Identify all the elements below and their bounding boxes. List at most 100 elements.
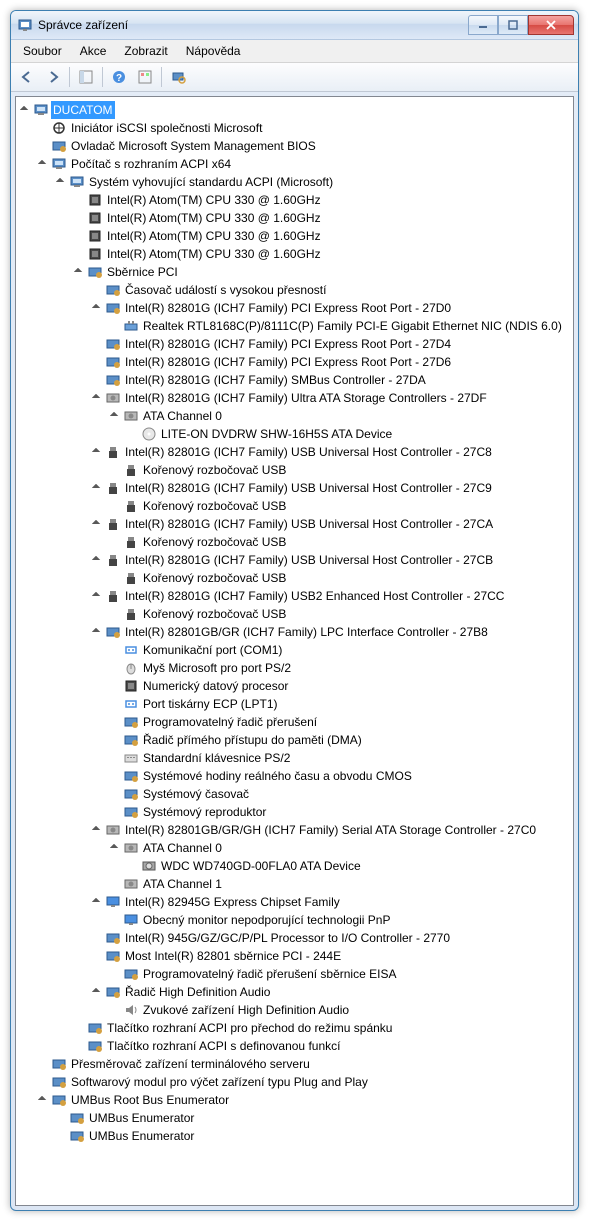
collapse-icon[interactable] (90, 482, 102, 494)
menu-file[interactable]: Soubor (15, 42, 70, 62)
tree-node[interactable]: Tlačítko rozhraní ACPI pro přechod do re… (18, 1019, 571, 1037)
tree-node[interactable]: UMBus Enumerator (18, 1109, 571, 1127)
tree-node[interactable]: Intel(R) 82801G (ICH7 Family) Ultra ATA … (18, 389, 571, 407)
tree-node[interactable]: Port tiskárny ECP (LPT1) (18, 695, 571, 713)
tree-node[interactable]: Komunikační port (COM1) (18, 641, 571, 659)
tree-node[interactable]: WDC WD740GD-00FLA0 ATA Device (18, 857, 571, 875)
maximize-button[interactable] (498, 15, 528, 35)
action-button[interactable] (133, 65, 157, 89)
collapse-icon[interactable] (36, 1094, 48, 1106)
tree-node[interactable]: Programovatelný řadič přerušení (18, 713, 571, 731)
tree-node[interactable]: Intel(R) Atom(TM) CPU 330 @ 1.60GHz (18, 227, 571, 245)
tree-node[interactable]: Řadič přímého přístupu do paměti (DMA) (18, 731, 571, 749)
tree-node[interactable]: Tlačítko rozhraní ACPI s definovanou fun… (18, 1037, 571, 1055)
forward-button[interactable] (41, 65, 65, 89)
tree-node[interactable]: Systémový reproduktor (18, 803, 571, 821)
tree-label: Programovatelný řadič přerušení (141, 713, 319, 731)
tree-node[interactable]: Přesměrovač zařízení terminálového serve… (18, 1055, 571, 1073)
tree-node[interactable]: Intel(R) 82801G (ICH7 Family) USB Univer… (18, 479, 571, 497)
tree-label: ATA Channel 0 (141, 407, 224, 425)
tree-node[interactable]: Intel(R) 82801GB/GR (ICH7 Family) LPC In… (18, 623, 571, 641)
tree-content[interactable]: DUCATOMIniciátor iSCSI společnosti Micro… (15, 96, 574, 1206)
tree-label: Intel(R) 82801G (ICH7 Family) USB Univer… (123, 515, 495, 533)
tree-node[interactable]: Sběrnice PCI (18, 263, 571, 281)
tree-node[interactable]: Myš Microsoft pro port PS/2 (18, 659, 571, 677)
tree-node[interactable]: Kořenový rozbočovač USB (18, 461, 571, 479)
collapse-icon[interactable] (72, 266, 84, 278)
collapse-icon[interactable] (90, 590, 102, 602)
tree-node[interactable]: UMBus Enumerator (18, 1127, 571, 1145)
tree-node[interactable]: Realtek RTL8168C(P)/8111C(P) Family PCI-… (18, 317, 571, 335)
tree-node[interactable]: Kořenový rozbočovač USB (18, 605, 571, 623)
back-button[interactable] (15, 65, 39, 89)
tree-node[interactable]: Intel(R) Atom(TM) CPU 330 @ 1.60GHz (18, 191, 571, 209)
show-hide-button[interactable] (74, 65, 98, 89)
tree-label: Iniciátor iSCSI společnosti Microsoft (69, 119, 264, 137)
tree-node[interactable]: Intel(R) 82801G (ICH7 Family) USB Univer… (18, 443, 571, 461)
tree-node[interactable]: Kořenový rozbočovač USB (18, 497, 571, 515)
help-button[interactable]: ? (107, 65, 131, 89)
tree-node[interactable]: DUCATOM (18, 101, 571, 119)
tree-node[interactable]: Softwarový modul pro výčet zařízení typu… (18, 1073, 571, 1091)
tree-node[interactable]: Iniciátor iSCSI společnosti Microsoft (18, 119, 571, 137)
tree-label: Kořenový rozbočovač USB (141, 533, 288, 551)
collapse-icon[interactable] (36, 158, 48, 170)
tree-node[interactable]: Intel(R) Atom(TM) CPU 330 @ 1.60GHz (18, 209, 571, 227)
tree-label: Standardní klávesnice PS/2 (141, 749, 292, 767)
tree-node[interactable]: Systémový časovač (18, 785, 571, 803)
collapse-icon[interactable] (90, 626, 102, 638)
close-button[interactable] (528, 15, 574, 35)
tree-node[interactable]: Počítač s rozhraním ACPI x64 (18, 155, 571, 173)
tree-node[interactable]: Numerický datový procesor (18, 677, 571, 695)
collapse-icon[interactable] (108, 410, 120, 422)
tree-node[interactable]: Intel(R) 82801G (ICH7 Family) PCI Expres… (18, 335, 571, 353)
scan-button[interactable] (166, 65, 190, 89)
collapse-icon[interactable] (90, 824, 102, 836)
tree-node[interactable]: Intel(R) 82801G (ICH7 Family) PCI Expres… (18, 353, 571, 371)
tree-node[interactable]: Systémové hodiny reálného času a obvodu … (18, 767, 571, 785)
collapse-icon[interactable] (90, 518, 102, 530)
tree-node[interactable]: Řadič High Definition Audio (18, 983, 571, 1001)
tree-node[interactable]: LITE-ON DVDRW SHW-16H5S ATA Device (18, 425, 571, 443)
tree-node[interactable]: Intel(R) 82801G (ICH7 Family) USB Univer… (18, 515, 571, 533)
tree-node[interactable]: Intel(R) 82801G (ICH7 Family) PCI Expres… (18, 299, 571, 317)
tree-node[interactable]: Most Intel(R) 82801 sběrnice PCI - 244E (18, 947, 571, 965)
collapse-icon[interactable] (90, 554, 102, 566)
collapse-icon[interactable] (90, 446, 102, 458)
tree-node[interactable]: Obecný monitor nepodporující technologii… (18, 911, 571, 929)
tree-node[interactable]: Programovatelný řadič přerušení sběrnice… (18, 965, 571, 983)
tree-node[interactable]: Intel(R) Atom(TM) CPU 330 @ 1.60GHz (18, 245, 571, 263)
collapse-icon[interactable] (54, 176, 66, 188)
app-icon (17, 17, 33, 33)
tree-label: Kořenový rozbočovač USB (141, 569, 288, 587)
collapse-icon[interactable] (90, 302, 102, 314)
tree-node[interactable]: ATA Channel 0 (18, 839, 571, 857)
menu-help[interactable]: Nápověda (178, 42, 249, 62)
menu-action[interactable]: Akce (72, 42, 115, 62)
tree-node[interactable]: ATA Channel 0 (18, 407, 571, 425)
tree-node[interactable]: UMBus Root Bus Enumerator (18, 1091, 571, 1109)
tree-node[interactable]: Intel(R) 82801GB/GR/GH (ICH7 Family) Ser… (18, 821, 571, 839)
tree-node[interactable]: Intel(R) 945G/GZ/GC/P/PL Processor to I/… (18, 929, 571, 947)
tree-node[interactable]: Standardní klávesnice PS/2 (18, 749, 571, 767)
keyboard-icon (123, 750, 139, 766)
tree-node[interactable]: Časovač událostí s vysokou přesností (18, 281, 571, 299)
collapse-icon[interactable] (18, 104, 30, 116)
collapse-icon[interactable] (108, 842, 120, 854)
collapse-icon[interactable] (90, 392, 102, 404)
tree-node[interactable]: Ovladač Microsoft System Management BIOS (18, 137, 571, 155)
tree-node[interactable]: Kořenový rozbočovač USB (18, 569, 571, 587)
tree-node[interactable]: Intel(R) 82801G (ICH7 Family) SMBus Cont… (18, 371, 571, 389)
tree-node[interactable]: Intel(R) 82801G (ICH7 Family) USB2 Enhan… (18, 587, 571, 605)
minimize-button[interactable] (468, 15, 498, 35)
tree-node[interactable]: Intel(R) 82801G (ICH7 Family) USB Univer… (18, 551, 571, 569)
collapse-icon[interactable] (90, 986, 102, 998)
tree-node[interactable]: ATA Channel 1 (18, 875, 571, 893)
menu-view[interactable]: Zobrazit (116, 42, 175, 62)
titlebar[interactable]: Správce zařízení (11, 11, 578, 40)
collapse-icon[interactable] (90, 896, 102, 908)
tree-node[interactable]: Systém vyhovující standardu ACPI (Micros… (18, 173, 571, 191)
tree-node[interactable]: Intel(R) 82945G Express Chipset Family (18, 893, 571, 911)
tree-node[interactable]: Kořenový rozbočovač USB (18, 533, 571, 551)
tree-node[interactable]: Zvukové zařízení High Definition Audio (18, 1001, 571, 1019)
